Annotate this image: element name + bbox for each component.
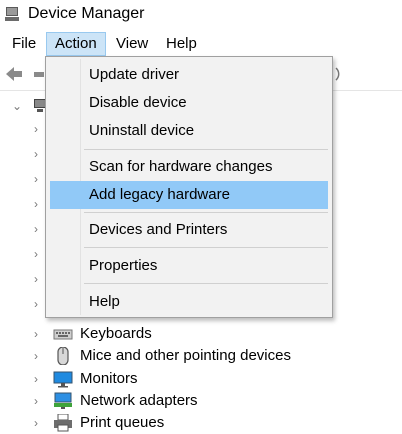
menu-bar: File Action View Help: [0, 30, 402, 58]
tree-row-monitors[interactable]: › Monitors: [0, 368, 402, 390]
collapse-chevron-icon[interactable]: ›: [34, 390, 44, 412]
window-title: Device Manager: [28, 5, 145, 22]
menu-item-label: Update driver: [89, 66, 180, 83]
collapse-chevron-icon[interactable]: ›: [34, 323, 44, 345]
menu-item-properties[interactable]: Properties: [50, 252, 328, 280]
collapse-chevron-icon[interactable]: ›: [34, 243, 44, 265]
menu-view[interactable]: View: [108, 32, 156, 56]
tree-row-keyboards[interactable]: › Keyboards: [0, 323, 402, 345]
menu-action[interactable]: Action: [46, 32, 106, 56]
collapse-chevron-icon[interactable]: ›: [34, 268, 44, 290]
menu-separator: [84, 283, 328, 284]
collapse-chevron-icon[interactable]: ›: [34, 412, 44, 434]
menu-item-label: Uninstall device: [89, 122, 195, 139]
network-adapter-icon: [54, 392, 72, 409]
device-manager-icon: [5, 7, 19, 21]
toolbar-action-icon[interactable]: [332, 64, 352, 84]
menu-item-label: Help: [89, 293, 120, 310]
menu-item-devices-and-printers[interactable]: Devices and Printers: [50, 216, 328, 244]
monitor-icon: [53, 371, 73, 388]
collapse-chevron-icon[interactable]: ›: [34, 218, 44, 240]
device-label: Network adapters: [80, 392, 198, 409]
menu-separator: [84, 212, 328, 213]
menu-item-help[interactable]: Help: [50, 288, 328, 316]
menu-help[interactable]: Help: [158, 32, 205, 56]
menu-file[interactable]: File: [4, 32, 44, 56]
menu-item-label: Disable device: [89, 94, 187, 111]
back-arrow-icon[interactable]: [4, 64, 24, 84]
menu-item-update-driver[interactable]: Update driver: [50, 61, 328, 89]
mouse-icon: [57, 347, 69, 365]
title-bar: Device Manager: [0, 0, 402, 30]
collapse-chevron-icon[interactable]: ›: [34, 368, 44, 390]
menu-item-uninstall-device[interactable]: Uninstall device: [50, 117, 328, 145]
menu-item-label: Properties: [89, 257, 158, 274]
expand-chevron-icon[interactable]: ⌄: [12, 95, 22, 117]
menu-item-label: Add legacy hardware: [89, 186, 230, 203]
menu-item-add-legacy-hardware[interactable]: Add legacy hardware: [50, 181, 328, 209]
device-label: Keyboards: [80, 325, 152, 342]
device-label: Monitors: [80, 370, 138, 387]
collapse-chevron-icon[interactable]: ›: [34, 143, 44, 165]
collapse-chevron-icon[interactable]: ›: [34, 293, 44, 315]
tree-row-network-adapters[interactable]: › Network adapters: [0, 390, 402, 412]
menu-item-label: Scan for hardware changes: [89, 158, 273, 175]
collapse-chevron-icon[interactable]: ›: [34, 193, 44, 215]
menu-separator: [84, 149, 328, 150]
collapse-chevron-icon[interactable]: ›: [34, 345, 44, 367]
printer-icon: [54, 414, 72, 432]
keyboard-icon: [53, 329, 73, 340]
menu-item-scan-hardware[interactable]: Scan for hardware changes: [50, 153, 328, 181]
menu-separator: [84, 247, 328, 248]
action-menu-dropdown: Update driver Disable device Uninstall d…: [45, 56, 333, 318]
collapse-chevron-icon[interactable]: ›: [34, 118, 44, 140]
menu-item-disable-device[interactable]: Disable device: [50, 89, 328, 117]
tree-row-mice[interactable]: › Mice and other pointing devices: [0, 345, 402, 367]
menu-item-label: Devices and Printers: [89, 221, 228, 238]
device-label: Print queues: [80, 414, 165, 431]
collapse-chevron-icon[interactable]: ›: [34, 168, 44, 190]
tree-row-print-queues[interactable]: › Print queues: [0, 412, 402, 434]
device-label: Mice and other pointing devices: [80, 347, 291, 364]
